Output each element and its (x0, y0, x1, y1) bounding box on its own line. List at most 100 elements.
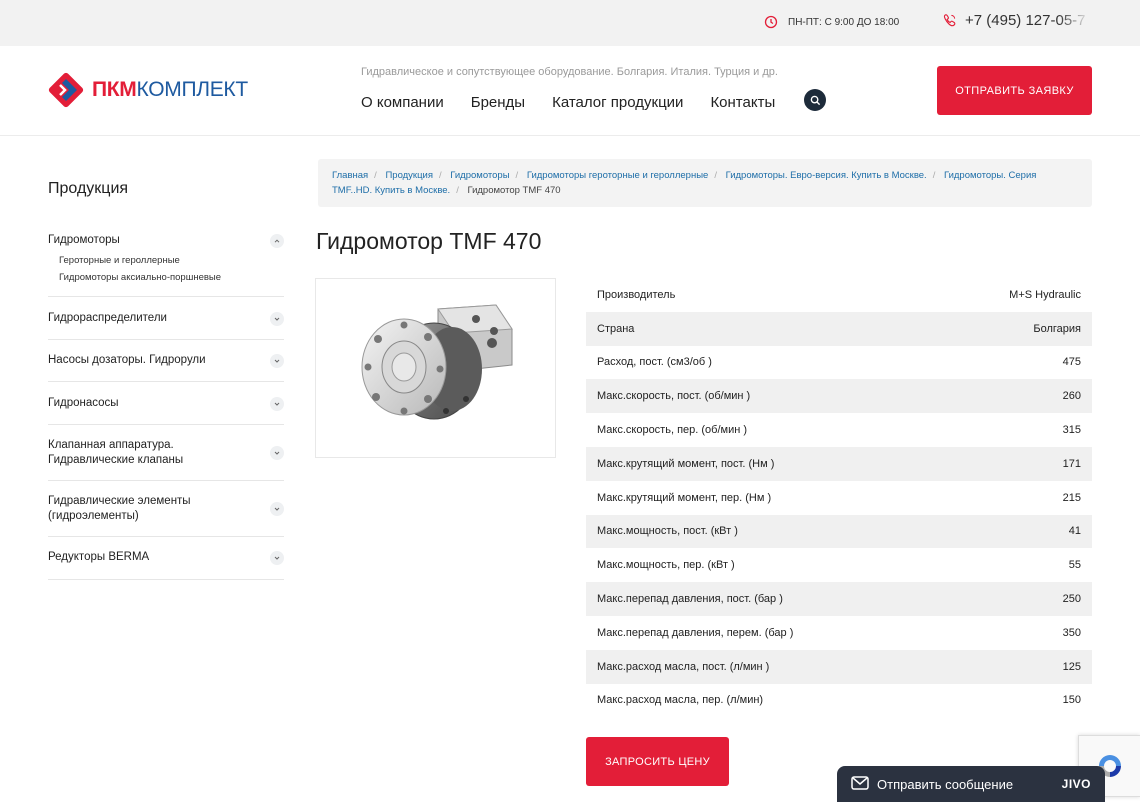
spec-row: Производитель M+S Hydraulic (586, 278, 1092, 312)
spec-row: Расход, пост. (см3/об ) 475 (586, 346, 1092, 380)
spec-value: 55 (1068, 559, 1081, 572)
chevron-up-icon[interactable] (270, 233, 284, 248)
spec-name: Макс.перепад давления, перем. (бар ) (597, 626, 794, 639)
spec-name: Расход, пост. (см3/об ) (597, 356, 712, 369)
sidebar-item-label[interactable]: Гидрораспределители (48, 311, 167, 326)
breadcrumb-current: Гидромотор TMF 470 (467, 185, 561, 196)
spec-value: 475 (1062, 356, 1081, 369)
chevron-down-icon[interactable] (270, 396, 284, 411)
breadcrumb: Главная / Продукция / Гидромоторы / Гидромо… (318, 159, 1092, 207)
logo-mark-icon (48, 72, 84, 108)
product-image[interactable] (315, 278, 556, 458)
chevron-down-icon[interactable] (270, 446, 284, 460)
spec-row: Макс.перепад давления, перем. (бар ) 350 (586, 616, 1092, 650)
spec-row: Макс.мощность, пост. (кВт ) 41 (586, 514, 1092, 549)
sidebar-item-valves[interactable]: Клапанная аппаратура. Гидравлические кла… (48, 425, 284, 481)
site-tagline: Гидравлическое и сопутствующее оборудова… (361, 66, 778, 78)
spec-value: M+S Hydraulic (1009, 288, 1081, 301)
sidebar-item-label[interactable]: Гидромоторы (48, 233, 120, 248)
nav-contacts[interactable]: Контакты (710, 94, 775, 111)
breadcrumb-link[interactable]: Гидромоторы героторные и героллерные (527, 170, 708, 181)
chat-label: Отправить сообщение (877, 776, 1014, 792)
chevron-down-icon[interactable] (270, 353, 284, 368)
nav-about[interactable]: О компании (361, 94, 444, 111)
sidebar-title: Продукция (48, 180, 129, 197)
nav-catalog[interactable]: Каталог продукции (552, 94, 683, 111)
sidebar-item-distributors[interactable]: Гидрораспределители (48, 297, 284, 340)
spec-row: Макс.скорость, пост. (об/мин ) 260 (586, 379, 1092, 414)
spec-row: Страна Болгария (586, 311, 1092, 346)
spec-name: Макс.скорость, пер. (об/мин ) (597, 424, 748, 437)
chevron-down-icon[interactable] (270, 502, 284, 516)
site-header: ПКМКОМПЛЕКТ Гидравлическое и сопутствующ… (0, 46, 1140, 136)
sidebar-item-label[interactable]: Клапанная аппаратура. Гидравлические кла… (48, 438, 198, 468)
spec-name: Макс.мощность, пер. (кВт ) (597, 559, 735, 572)
sidebar-item-pumps[interactable]: Гидронасосы (48, 382, 284, 425)
logo-text: ПКМКОМПЛЕКТ (92, 78, 248, 101)
spec-name: Макс.скорость, пост. (об/мин ) (597, 390, 751, 403)
sidebar-item-elements[interactable]: Гидравлические элементы (гидроэлементы) (48, 481, 284, 537)
spec-row: Макс.перепад давления, пост. (бар ) 250 (586, 582, 1092, 616)
spec-value: 260 (1062, 390, 1081, 403)
spec-row: Макс.мощность, пер. (кВт ) 55 (586, 548, 1092, 582)
breadcrumb-link[interactable]: Главная (332, 170, 368, 181)
spec-row: Макс.расход масла, пост. (л/мин ) 125 (586, 649, 1092, 684)
specs-table: Производитель M+S Hydraulic Страна Болгария… (586, 278, 1092, 717)
spec-row: Макс.скорость, пер. (об/мин ) 315 (586, 413, 1092, 447)
spec-value: 41 (1068, 525, 1081, 538)
breadcrumb-link[interactable]: Гидромоторы (450, 170, 509, 181)
nav-brands[interactable]: Бренды (471, 94, 525, 111)
phone-number: +7 (495) 127-05-7 (965, 12, 1086, 29)
search-button[interactable] (804, 89, 826, 111)
spec-name: Макс.крутящий момент, пер. (Нм ) (597, 491, 772, 504)
spec-row: Макс.расход масла, пер. (л/мин) 150 (586, 684, 1092, 718)
hydraulic-motor-image (361, 304, 513, 420)
spec-value: 171 (1062, 457, 1081, 470)
sidebar-subitem-gerotor[interactable]: Героторные и героллерные (59, 252, 284, 269)
sidebar-item-label[interactable]: Редукторы BERMA (48, 550, 149, 565)
send-request-button[interactable]: ОТПРАВИТЬ ЗАЯВКУ (937, 66, 1092, 115)
phone-icon (943, 14, 956, 27)
spec-row: Макс.крутящий момент, пер. (Нм ) 215 (586, 481, 1092, 515)
chevron-down-icon[interactable] (270, 550, 284, 565)
breadcrumb-link[interactable]: Продукция (385, 170, 433, 181)
spec-name: Страна (597, 322, 635, 335)
working-hours-text: ПН-ПТ: С 9:00 ДО 18:00 (788, 16, 900, 28)
spec-value: 125 (1062, 660, 1081, 673)
spec-name: Макс.расход масла, пер. (л/мин) (597, 694, 764, 707)
sidebar-item-reducers[interactable]: Редукторы BERMA (48, 537, 284, 580)
spec-name: Макс.расход масла, пост. (л/мин ) (597, 660, 770, 673)
spec-name: Макс.мощность, пост. (кВт ) (597, 525, 738, 538)
spec-name: Макс.перепад давления, пост. (бар ) (597, 593, 783, 606)
sidebar-item-hydromotors[interactable]: Гидромоторы Героторные и героллерные Гид… (48, 222, 284, 297)
page-title: Гидромотор TMF 470 (316, 228, 542, 254)
spec-value: 350 (1062, 626, 1081, 639)
chat-brand: JIVO (1061, 777, 1091, 791)
top-bar: ПН-ПТ: С 9:00 ДО 18:00 +7 (495) 127-05-7 (0, 0, 1140, 46)
spec-value: 315 (1062, 424, 1081, 437)
sidebar-item-label[interactable]: Гидронасосы (48, 396, 119, 411)
product-sidebar: Гидромоторы Героторные и героллерные Гид… (48, 222, 284, 580)
spec-row: Макс.крутящий момент, пост. (Нм ) 171 (586, 446, 1092, 481)
working-hours: ПН-ПТ: С 9:00 ДО 18:00 (764, 15, 899, 29)
spec-value: 215 (1062, 491, 1081, 504)
spec-value: 250 (1062, 593, 1081, 606)
chat-widget-button[interactable]: Отправить сообщение JIVO (837, 766, 1105, 802)
sidebar-item-label[interactable]: Насосы дозаторы. Гидрорули (48, 353, 206, 368)
sidebar-item-label[interactable]: Гидравлические элементы (гидроэлементы) (48, 494, 198, 524)
request-price-button[interactable]: ЗАПРОСИТЬ ЦЕНУ (586, 737, 729, 786)
spec-name: Производитель (597, 288, 676, 301)
sidebar-subitem-axial-piston[interactable]: Гидромоторы аксиально-поршневые (59, 269, 284, 286)
search-icon (810, 95, 820, 105)
chevron-down-icon[interactable] (270, 311, 284, 326)
main-nav: О компании Бренды Каталог продукции Конт… (361, 94, 802, 111)
message-icon (851, 776, 869, 790)
clock-icon (764, 15, 778, 29)
sidebar-item-dosing-pumps[interactable]: Насосы дозаторы. Гидрорули (48, 340, 284, 382)
breadcrumb-link[interactable]: Гидромоторы. Евро-версия. Купить в Москв… (726, 170, 927, 181)
spec-value: 150 (1062, 694, 1081, 707)
spec-value: Болгария (1033, 322, 1081, 335)
site-logo[interactable]: ПКМКОМПЛЕКТ (48, 72, 248, 108)
phone-link[interactable]: +7 (495) 127-05-7 (942, 12, 1086, 29)
spec-name: Макс.крутящий момент, пост. (Нм ) (597, 457, 775, 470)
